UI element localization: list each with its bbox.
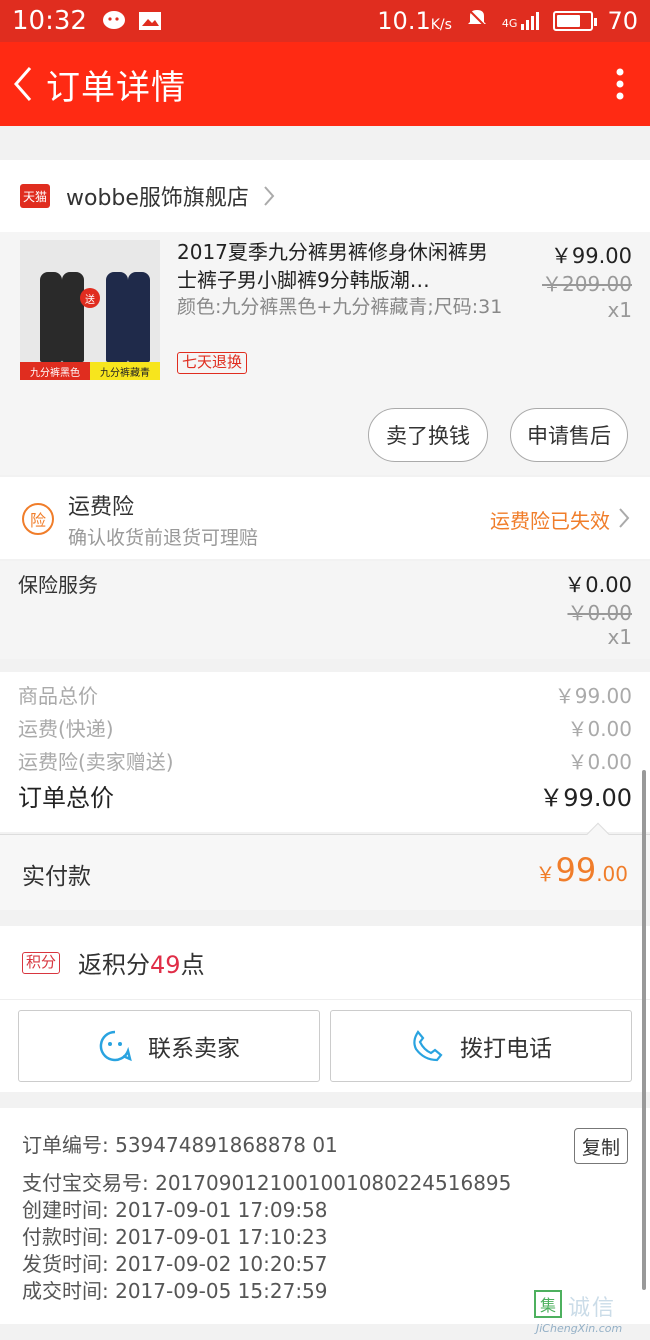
page-title: 订单详情	[46, 67, 186, 108]
service-quantity: x1	[607, 625, 632, 649]
scrollbar[interactable]	[642, 770, 646, 1290]
summary-row-goods: 商品总价 ￥99.00	[18, 684, 632, 708]
created-time: 创建时间: 2017-09-01 17:09:58	[22, 1198, 328, 1222]
insurance-subtitle: 确认收货前退货可理赔	[68, 527, 259, 549]
points-text: 返积分49点	[78, 951, 205, 979]
service-original-price: ￥0.00	[567, 601, 632, 625]
thumb-caption-navy: 九分裤藏青	[90, 362, 160, 380]
back-button[interactable]	[0, 42, 46, 126]
mute-icon	[466, 7, 488, 35]
battery-level: 70	[607, 7, 638, 35]
summary-row-shipping: 运费(快递) ￥0.00	[18, 717, 632, 741]
summary-row-total: 订单总价 ￥99.00	[18, 784, 632, 812]
product-thumbnail[interactable]: 送 九分裤黑色 九分裤藏青	[20, 240, 160, 380]
paid-time: 付款时间: 2017-09-01 17:10:23	[22, 1225, 328, 1249]
insurance-service-item: 保险服务 ￥0.00 ￥0.00 x1	[0, 561, 650, 659]
insurance-status: 运费险已失效	[490, 509, 610, 533]
service-label: 保险服务	[18, 573, 98, 597]
chat-icon	[101, 10, 127, 32]
net-speed: 10.1K/s	[377, 7, 452, 35]
battery-icon	[553, 11, 598, 31]
chat-smile-icon	[99, 1030, 132, 1062]
seven-day-return-badge: 七天退换	[177, 352, 248, 374]
points-badge: 积分	[22, 951, 61, 974]
completed-time: 成交时间: 2017-09-05 15:27:59	[22, 1279, 328, 1303]
summary-row-shipping-insurance: 运费险(卖家赠送) ￥0.00	[18, 750, 632, 774]
contact-actions: 联系卖家 拨打电话	[0, 1000, 650, 1092]
gift-badge: 送	[80, 288, 100, 308]
alipay-trade-number: 支付宝交易号: 2017090121001001080224516895	[22, 1171, 512, 1195]
product-original-price: ￥209.00	[542, 272, 632, 296]
shipped-time: 发货时间: 2017-09-02 10:20:57	[22, 1252, 328, 1276]
order-number: 订单编号: 539474891868878 01	[22, 1133, 338, 1157]
status-time: 10:32	[12, 6, 87, 36]
shipping-insurance-row[interactable]: 险 运费险 确认收货前退货可理赔 运费险已失效	[0, 477, 650, 559]
more-button[interactable]	[590, 42, 650, 126]
more-vertical-icon	[616, 68, 624, 100]
insurance-title: 运费险	[68, 495, 135, 520]
signal-icon: 4G	[502, 12, 540, 30]
service-price: ￥0.00	[564, 573, 632, 597]
chevron-right-icon	[264, 186, 275, 206]
image-icon	[137, 10, 163, 32]
product-quantity: x1	[607, 298, 632, 322]
call-phone-button[interactable]: 拨打电话	[330, 1010, 632, 1082]
paid-amount: ￥99.00	[535, 851, 628, 889]
shop-name: wobbe服饰旗舰店	[66, 186, 249, 211]
contact-seller-button[interactable]: 联系卖家	[18, 1010, 320, 1082]
back-arrow-icon	[14, 67, 32, 101]
product-item[interactable]: 送 九分裤黑色 九分裤藏青 2017夏季九分裤男裤修身休闲裤男士裤子男小脚裤9分…	[0, 232, 650, 475]
nav-bar: 订单详情	[0, 42, 650, 126]
insurance-icon: 险	[22, 503, 54, 535]
points-row: 积分 返积分49点	[0, 926, 650, 1000]
shop-row[interactable]: 天猫 wobbe服饰旗舰店	[0, 160, 650, 232]
copy-button[interactable]: 复制	[574, 1128, 628, 1164]
product-title: 2017夏季九分裤男裤修身休闲裤男士裤子男小脚裤9分韩版潮…	[177, 240, 488, 292]
paid-label: 实付款	[22, 864, 91, 890]
thumb-caption-black: 九分裤黑色	[20, 362, 90, 380]
phone-icon	[413, 1030, 443, 1062]
actual-payment: 实付款 ￥99.00	[0, 822, 650, 910]
price-summary: 商品总价 ￥99.00 运费(快递) ￥0.00 运费险(卖家赠送) ￥0.00 订单…	[0, 672, 650, 832]
watermark-logo: 集 诚信 JiChengXin.com	[534, 1290, 644, 1336]
after-sale-button[interactable]: 申请售后	[510, 408, 628, 462]
tmall-icon: 天猫	[20, 184, 50, 208]
resell-button[interactable]: 卖了换钱	[368, 408, 488, 462]
product-sku: 颜色:九分裤黑色+九分裤藏青;尺码:31	[177, 296, 503, 318]
chevron-right-icon	[619, 508, 630, 528]
product-price: ￥99.00	[550, 244, 632, 268]
status-bar: 10:32 10.1K/s 4G 70	[0, 0, 650, 42]
